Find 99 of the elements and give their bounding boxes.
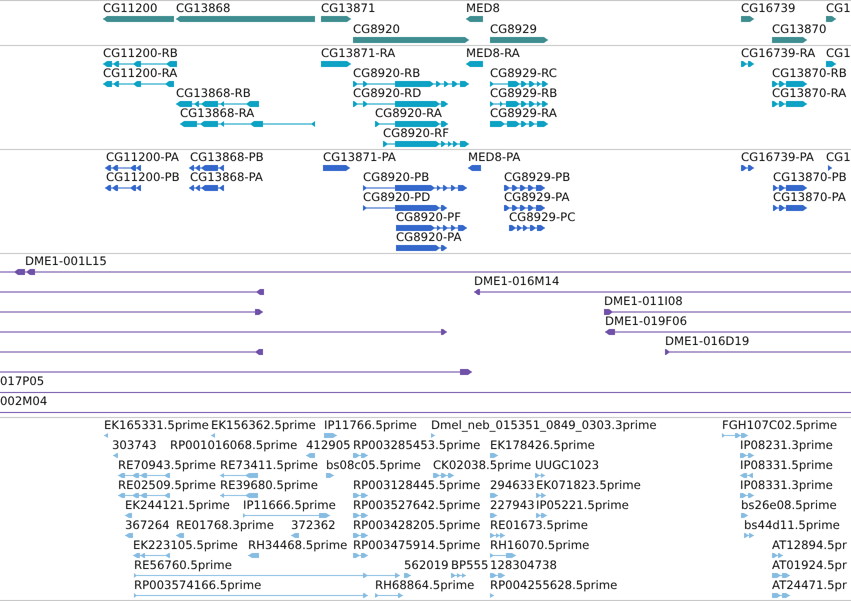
protein-label: CG8929-PC [509,211,576,224]
gene-label: CG13871 [321,2,376,15]
transcript-label: CG13870-RB [772,67,847,80]
est-label: 412905 [306,439,351,452]
est-label: RP003475914.5prime [353,539,480,552]
est-label: 562019 [404,559,449,572]
transcript-label: CG13868-RB [176,87,251,100]
clone-label: 017P05 [0,375,44,388]
protein-label: CG8920-PA [396,231,462,244]
transcript-label: CG11200-RB [103,47,178,60]
est-label: RP004255628.5prime [490,579,618,592]
est-label: IP08331.3prime [740,479,833,492]
est-label: RE01768.3prime [176,519,274,532]
transcript-label: CG13871-RA [321,47,396,60]
gene-label: CG16739 [741,2,796,15]
est-label: RE56760.5prime [134,559,232,572]
protein-label: MED8-PA [468,151,520,164]
est-label: RP003285453.5prime [353,439,480,452]
est-label: RE01673.5prime [490,519,588,532]
gene-label: CG11200 [103,2,158,15]
transcript-label: CG13870-RA [772,87,846,100]
gene-label: CG8929 [490,23,537,36]
clone-label: DME1-016M14 [474,275,560,288]
clone-label: DME1-001L15 [25,255,107,268]
transcript-label: CG16739-RA [741,47,816,60]
est-label: EK071823.5prime [536,479,641,492]
gene-label: MED8 [466,2,500,15]
gene-label: CG13868 [176,2,230,15]
est-label: Dmel_neb_015351_0849_0303.3prime [431,419,657,432]
protein-label: CG8920-PF [396,211,461,224]
transcript-label: CG8920-RA [375,107,442,120]
est-label: 372362 [291,519,336,532]
est-label: BP555 [451,559,488,572]
transcript-label: CG11200-RA [103,67,178,80]
est-label: RE02509.5prime [118,479,216,492]
protein-label: CG13868-PB [190,151,264,164]
transcript-label: CG8920-RD [353,87,422,100]
clone-label: 002M04 [0,395,48,408]
est-label: EK156362.5prime [211,419,316,432]
transcript-label: CG8929-RC [490,67,557,80]
est-label: RH68864.5prime [375,579,474,592]
est-label: 367264 [125,519,170,532]
est-label: RH34468.5prime [248,539,348,552]
protein-label: CG8929-PA [504,191,570,204]
est-label: RH16070.5prime [490,539,590,552]
protein-label: CG8920-PD [363,191,430,204]
est-label: RP003128445.5prime [353,479,480,492]
gene-label: CG1 [826,2,851,15]
est-label: IP11766.5prime [324,419,417,432]
transcript-label: CG8929-RA [490,107,557,120]
protein-label: CG13868-PA [190,171,263,184]
gene-label: CG8920 [353,23,400,36]
est-label: IP08231.3prime [740,439,833,452]
est-label: RP003428205.5prime [353,519,480,532]
protein-label: CG13870-PA [773,191,846,204]
est-label: RE70943.5prime [118,459,216,472]
transcript-label: MED8-RA [466,47,520,60]
protein-label: CG13871-PA [323,151,396,164]
est-label: FGH107C02.5prime [722,419,838,432]
protein-label: CG1 [826,151,851,164]
transcript-label: CG1 [826,47,851,60]
est-label: RP001016068.5prime [170,439,298,452]
protein-label: CG13870-PB [773,171,847,184]
est-label: IP08331.5prime [740,459,833,472]
est-label: 294633 [490,479,535,492]
est-label: AT24471.5pr [772,579,847,592]
est-label: bs44d11.5prime [744,519,840,532]
protein-label: CG8929-PB [504,171,570,184]
protein-label: CG16739-PA [741,151,814,164]
transcript-label: CG8920-RF [383,127,450,140]
transcript-label: CG8920-RB [353,67,420,80]
est-label: RP003527642.5prime [353,499,480,512]
clone-label: DME1-019F06 [605,315,688,328]
est-label: EK178426.5prime [490,439,595,452]
est-label: bs26e08.5prime [741,499,837,512]
protein-label: CG11200-PB [106,171,180,184]
est-label: 128304738 [490,559,557,572]
est-label: EK244121.5prime [125,499,230,512]
est-label: EK223105.5prime [133,539,238,552]
est-label: bs08c05.5prime [326,459,421,472]
protein-label: CG8920-PB [363,171,430,184]
protein-label: CG11200-PA [106,151,179,164]
transcript-label: CG13868-RA [180,107,254,120]
est-label: RP003574166.5prime [134,579,262,592]
transcript-label: CG8929-RB [490,87,558,100]
est-label: IP05221.5prime [536,499,629,512]
est-label: CK02038.5prime [433,459,532,472]
clone-label: DME1-016D19 [665,335,750,348]
gene-label: CG13870 [772,23,826,36]
est-label: EK165331.5prime [104,419,209,432]
est-label: UUGC1023 [535,459,600,472]
est-label: RE39680.5prime [220,479,318,492]
est-label: AT12894.5pr [772,539,847,552]
clone-label: DME1-011I08 [604,295,683,308]
est-label: 227943 [490,499,535,512]
est-label: 303743 [112,439,157,452]
est-label: IP11666.5prime [243,499,336,512]
est-label: RE73411.5prime [220,459,318,472]
est-label: AT01924.5pr [772,559,847,572]
